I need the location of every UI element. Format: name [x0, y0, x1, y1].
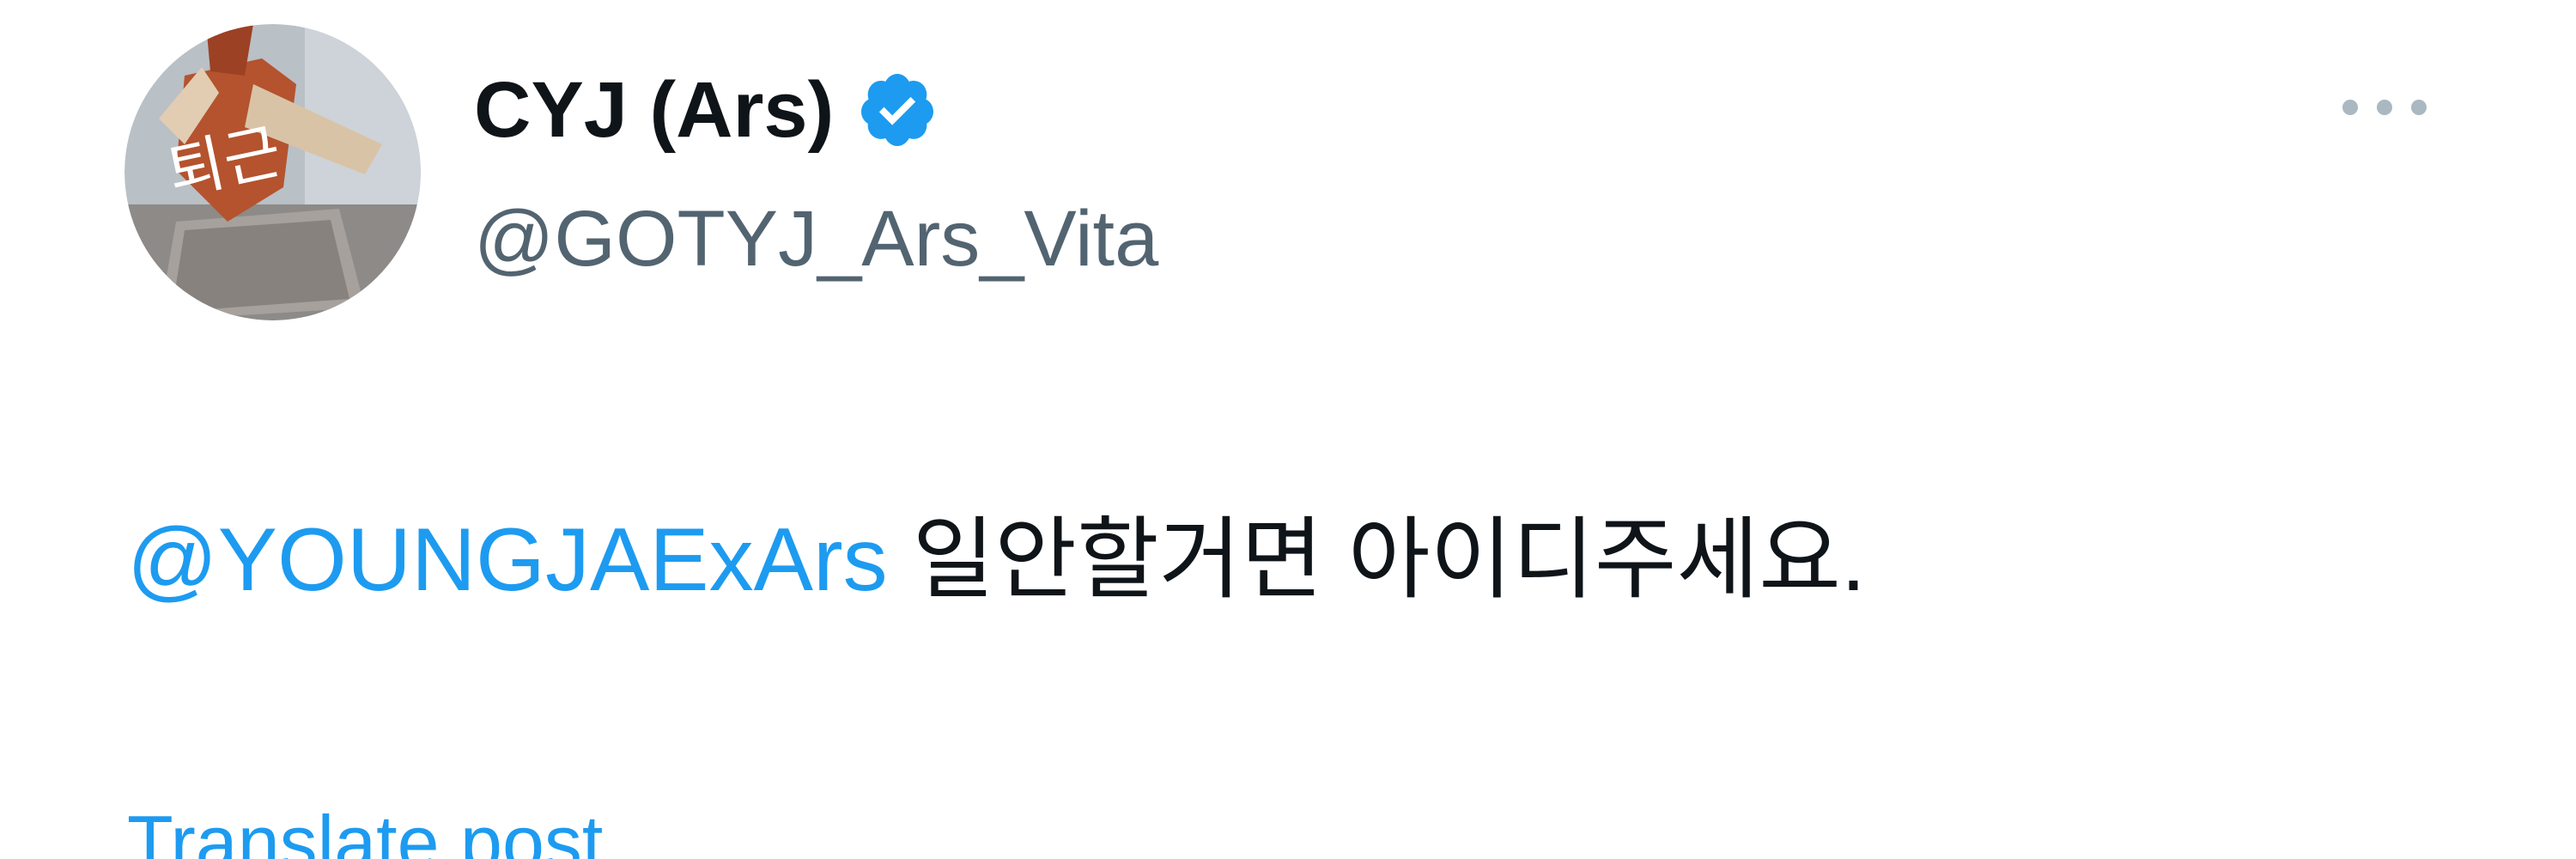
verified-badge-icon — [856, 69, 939, 151]
mention-link[interactable]: @YOUNGJAExArs — [127, 510, 888, 610]
author-name-row[interactable]: CYJ (Ars) — [474, 50, 939, 170]
author-handle[interactable]: @GOTYJ_Ars_Vita — [474, 187, 1158, 290]
more-options-button[interactable] — [2329, 77, 2440, 137]
post-body-text: 일안할거면 아이디주세요. — [887, 510, 1866, 610]
post-body: @YOUNGJAExArs 일안할거면 아이디주세요. — [127, 500, 1866, 620]
more-horizontal-icon — [2342, 100, 2427, 115]
display-name[interactable]: CYJ (Ars) — [474, 65, 834, 155]
post-card: 퇴근 CYJ (Ars) @GOTYJ_Ars_Vita @YOUNGJAExA… — [0, 0, 2576, 859]
translate-post-link[interactable]: Translate post — [127, 795, 603, 859]
avatar[interactable]: 퇴근 — [125, 24, 421, 320]
avatar-image: 퇴근 — [125, 24, 421, 320]
